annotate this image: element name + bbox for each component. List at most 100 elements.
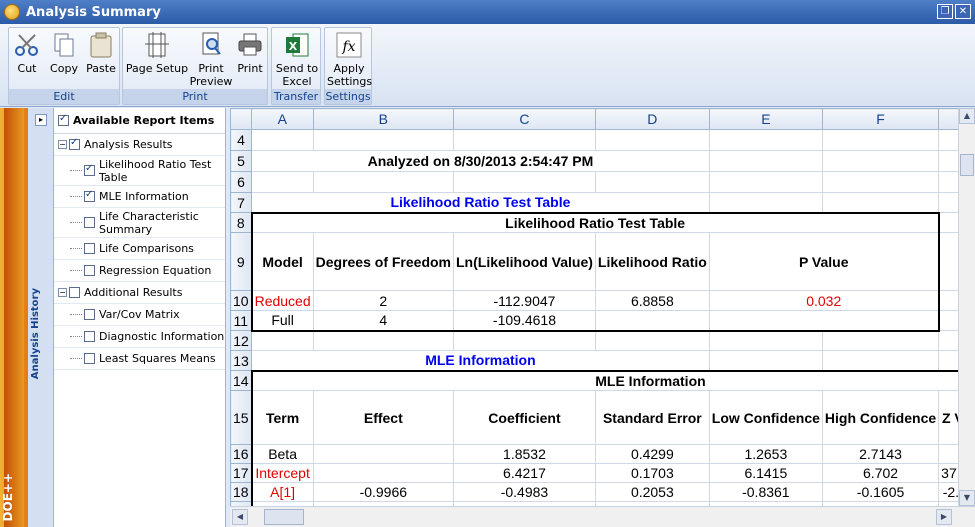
expand-panel-icon[interactable]: ▸: [35, 114, 47, 126]
tree-item-checkbox[interactable]: [84, 163, 95, 176]
tree-item[interactable]: MLE Information: [54, 186, 225, 208]
mle-header[interactable]: Effect: [312, 390, 455, 445]
cell[interactable]: 37.7045: [938, 463, 958, 483]
cell[interactable]: [938, 212, 958, 233]
paste-button[interactable]: Paste: [83, 31, 119, 75]
cell[interactable]: [821, 150, 940, 172]
tree-item-checkbox[interactable]: [84, 265, 95, 276]
tree-item[interactable]: Life Characteristic Summary: [54, 208, 225, 238]
mle-header[interactable]: Z Value: [938, 390, 958, 445]
tree-item[interactable]: Likelihood Ratio Test Table: [54, 156, 225, 186]
tree-item[interactable]: Regression Equation: [54, 260, 225, 282]
tree-item[interactable]: Least Squares Means: [54, 348, 225, 370]
cell[interactable]: [938, 150, 958, 172]
cell[interactable]: [938, 330, 958, 351]
mle-section-title[interactable]: MLE Information: [251, 350, 710, 371]
cell[interactable]: [312, 171, 455, 193]
cell[interactable]: [453, 129, 596, 151]
tree-item[interactable]: Var/Cov Matrix: [54, 304, 225, 326]
tree-item-checkbox[interactable]: [69, 287, 80, 298]
lrt-header[interactable]: Ln(Likelihood Value): [453, 232, 596, 291]
column-header[interactable]: E: [708, 108, 823, 130]
select-all-checkbox[interactable]: [58, 113, 69, 126]
tree-item-checkbox[interactable]: [84, 217, 95, 228]
tree-item-checkbox[interactable]: [84, 331, 95, 342]
horizontal-scroll-thumb[interactable]: [264, 509, 304, 525]
cell[interactable]: [594, 171, 710, 193]
mle-header[interactable]: High Confidence: [821, 390, 940, 445]
tree-item-checkbox[interactable]: [84, 243, 95, 254]
cell[interactable]: [821, 171, 940, 193]
cell[interactable]: 0.4299: [594, 444, 710, 464]
scroll-down-icon[interactable]: ▼: [959, 490, 975, 506]
mle-header[interactable]: Term: [250, 390, 314, 445]
tree-item[interactable]: Life Comparisons: [54, 238, 225, 260]
print-button[interactable]: Print: [233, 31, 267, 75]
copy-button[interactable]: Copy: [47, 31, 81, 75]
cell[interactable]: [938, 310, 958, 331]
vertical-scroll-thumb[interactable]: [960, 154, 974, 176]
collapse-icon[interactable]: −: [58, 140, 67, 149]
cell[interactable]: -0.4983: [453, 482, 596, 502]
cell[interactable]: 0.1703: [594, 463, 710, 483]
cell[interactable]: [251, 129, 314, 151]
cell[interactable]: 2.7143: [821, 444, 940, 464]
scroll-up-icon[interactable]: ▲: [959, 108, 975, 124]
cell[interactable]: [821, 192, 940, 213]
lrt-header[interactable]: Degrees of Freedom: [312, 232, 455, 291]
send-to-excel-button[interactable]: X Send to Excel: [273, 31, 321, 88]
print-preview-button[interactable]: Print Preview: [189, 31, 233, 88]
cell[interactable]: [251, 330, 314, 351]
mle-header[interactable]: Coefficient: [453, 390, 596, 445]
cell[interactable]: [821, 350, 940, 371]
cut-button[interactable]: Cut: [11, 31, 43, 75]
cell[interactable]: [453, 171, 596, 193]
cell[interactable]: -2.4268: [938, 482, 958, 502]
column-header[interactable]: F: [821, 108, 940, 130]
tree-item-checkbox[interactable]: [69, 137, 80, 150]
cell[interactable]: [708, 192, 823, 213]
mle-header[interactable]: Standard Error: [594, 390, 710, 445]
lrt-section-title[interactable]: Likelihood Ratio Test Table: [251, 192, 710, 213]
lrt-model-cell[interactable]: Full: [250, 310, 314, 332]
vertical-scrollbar[interactable]: ▲ ▼: [958, 108, 975, 506]
cell[interactable]: 6.4217: [453, 463, 596, 483]
cell[interactable]: [708, 129, 823, 151]
mle-term-cell[interactable]: Beta: [250, 444, 314, 464]
cell[interactable]: [594, 310, 710, 332]
tree-item-checkbox[interactable]: [84, 189, 95, 202]
cell[interactable]: [453, 330, 596, 351]
cell[interactable]: [938, 290, 958, 311]
lrt-table-title[interactable]: Likelihood Ratio Test Table: [250, 211, 940, 233]
cell[interactable]: -0.8361: [708, 482, 823, 502]
cell[interactable]: [312, 463, 455, 483]
collapse-icon[interactable]: −: [58, 288, 67, 297]
scroll-right-icon[interactable]: ▶: [936, 509, 952, 525]
cell[interactable]: 0.032: [708, 290, 940, 311]
tree-item[interactable]: Diagnostic Information: [54, 326, 225, 348]
cell[interactable]: 4: [312, 310, 455, 332]
close-button[interactable]: ✕: [955, 4, 971, 19]
apply-settings-button[interactable]: fx Apply Settings: [326, 31, 372, 88]
column-header[interactable]: G: [938, 108, 958, 130]
cell[interactable]: [312, 330, 455, 351]
lrt-header[interactable]: P Value: [708, 232, 940, 291]
analyzed-on-text[interactable]: Analyzed on 8/30/2013 2:54:47 PM: [251, 150, 710, 172]
cell[interactable]: [708, 310, 940, 332]
cell[interactable]: 0.2053: [594, 482, 710, 502]
analysis-history-panel[interactable]: ▸ Analysis History: [28, 108, 54, 527]
cell[interactable]: -0.1605: [821, 482, 940, 502]
cell[interactable]: [938, 232, 958, 291]
lrt-model-cell[interactable]: Reduced: [250, 290, 314, 311]
cell[interactable]: [938, 171, 958, 193]
cell[interactable]: [938, 192, 958, 213]
cell[interactable]: [594, 330, 710, 351]
cell[interactable]: [312, 129, 455, 151]
column-header[interactable]: B: [312, 108, 455, 130]
tree-item[interactable]: − Analysis Results: [54, 134, 225, 156]
cell[interactable]: 2: [312, 290, 455, 311]
cell[interactable]: [821, 330, 940, 351]
cell[interactable]: [938, 129, 958, 151]
tree-item-checkbox[interactable]: [84, 309, 95, 320]
cell[interactable]: [708, 150, 823, 172]
